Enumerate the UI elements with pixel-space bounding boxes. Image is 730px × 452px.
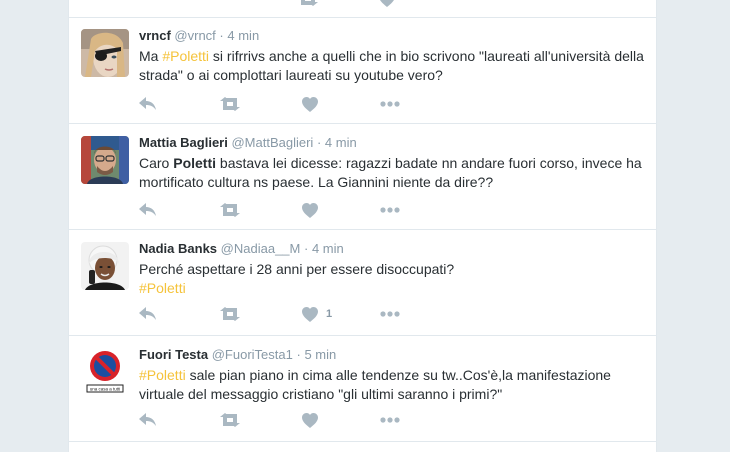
more-icon[interactable] (380, 411, 400, 429)
tweet-header: Mattia Baglieri @MattBaglieri · 4 min (139, 134, 644, 152)
tweet[interactable]: una casa a tutti Fuori Testa @FuoriTesta… (69, 336, 656, 442)
avatar[interactable] (81, 29, 129, 77)
username[interactable]: @Nadiaa__M (221, 241, 301, 256)
avatar[interactable] (81, 242, 129, 290)
tweet-text-segment: Caro (139, 155, 174, 171)
tweet-text: #Poletti sale pian piano in cima alle te… (139, 366, 644, 404)
username[interactable]: @vrncf (174, 28, 215, 43)
tweet-text: Perché aspettare i 28 anni per essere di… (139, 260, 644, 298)
hashtag-link[interactable]: #Poletti (139, 367, 186, 383)
more-icon[interactable] (380, 201, 400, 219)
tweet-text-segment: Perché aspettare i 28 anni per essere di… (139, 261, 455, 277)
retweet-icon[interactable] (297, 0, 319, 8)
keyword-highlight: Poletti (173, 155, 217, 171)
like-icon[interactable] (302, 95, 326, 113)
tweet-text-segment: si rifrrivs anche a quelli che in bio sc… (139, 48, 644, 83)
avatar[interactable] (81, 136, 129, 184)
tweet[interactable]: Nadia Banks @Nadiaa__M · 4 min Perché as… (69, 230, 656, 336)
reply-icon[interactable] (139, 95, 157, 113)
timeline-stream: vrncf @vrncf · 4 min Ma #Poletti si rifr… (68, 0, 657, 452)
timestamp[interactable]: 5 min (304, 347, 336, 362)
timestamp[interactable]: 4 min (325, 135, 357, 150)
tweet-text: Ma #Poletti si rifrrivs anche a quelli c… (139, 47, 644, 85)
retweet-icon[interactable] (219, 201, 241, 219)
like-icon[interactable] (302, 411, 326, 429)
separator: · (219, 28, 224, 43)
sign-text: una casa a tutti (90, 387, 121, 392)
tweet[interactable]: Mattia Baglieri @MattBaglieri · 4 min Ca… (69, 124, 656, 230)
timestamp[interactable]: 4 min (312, 241, 344, 256)
fullname[interactable]: Fuori Testa (139, 347, 208, 362)
fullname[interactable]: vrncf (139, 28, 171, 43)
reply-icon[interactable] (139, 201, 157, 219)
fullname[interactable]: Nadia Banks (139, 241, 217, 256)
reply-icon[interactable] (139, 411, 157, 429)
more-icon[interactable] (380, 95, 400, 113)
tweet-actions (139, 201, 469, 219)
fullname[interactable]: Mattia Baglieri (139, 135, 228, 150)
tweet-actions: 1 (139, 305, 469, 323)
tweet-header: Fuori Testa @FuoriTesta1 · 5 min (139, 346, 644, 364)
tweet-actions (139, 411, 469, 429)
tweet-text: Caro Poletti bastava lei dicesse: ragazz… (139, 154, 644, 192)
tweet[interactable]: vrncf @vrncf · 4 min Ma #Poletti si rifr… (69, 17, 656, 124)
tweet-text-segment: sale pian piano in cima alle tendenze su… (139, 367, 611, 402)
reply-icon[interactable] (139, 305, 157, 323)
hashtag-link[interactable]: #Poletti (162, 48, 209, 64)
separator: · (316, 135, 322, 150)
tweet-header: vrncf @vrncf · 4 min (139, 27, 644, 45)
retweet-icon[interactable] (219, 95, 241, 113)
separator: · (303, 241, 309, 256)
hashtag-link[interactable]: #Poletti (139, 280, 186, 296)
tweet-header: Nadia Banks @Nadiaa__M · 4 min (139, 240, 644, 258)
tweet-text-segment: Ma (139, 48, 163, 64)
like-count: 1 (326, 308, 333, 320)
like-icon[interactable] (302, 201, 326, 219)
username[interactable]: @FuoriTesta1 (212, 347, 293, 362)
like-icon[interactable] (379, 0, 395, 8)
more-icon[interactable] (380, 305, 400, 323)
timestamp[interactable]: 4 min (227, 28, 259, 43)
avatar[interactable]: una casa a tutti (81, 348, 129, 396)
like-icon[interactable]: 1 (302, 305, 332, 323)
separator: · (296, 347, 301, 362)
tweet-actions (139, 95, 469, 113)
retweet-icon[interactable] (219, 305, 241, 323)
previous-tweet-footer (69, 0, 656, 18)
username[interactable]: @MattBaglieri (231, 135, 313, 150)
retweet-icon[interactable] (219, 411, 241, 429)
